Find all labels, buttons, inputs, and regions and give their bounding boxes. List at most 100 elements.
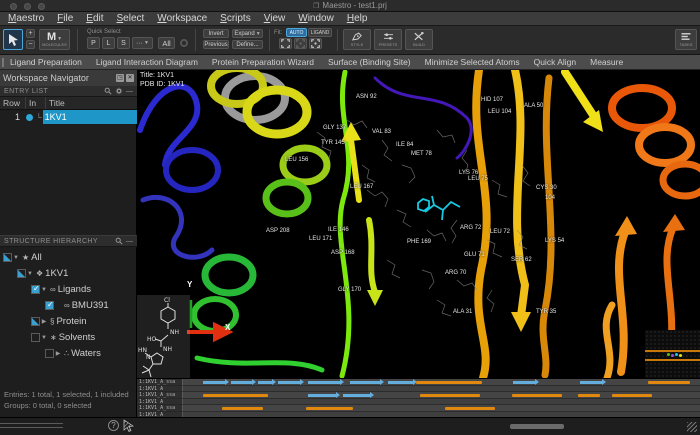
workspace-3d-viewport[interactable]: Title: 1KV1 PDB ID: 1KV1 ASN 92HID 107LE…: [137, 70, 700, 378]
ligand-icon: ∞: [50, 285, 56, 294]
expander-closed-icon[interactable]: ▶: [40, 318, 48, 325]
tree-label: 1KV1: [45, 268, 68, 279]
visibility-checkbox-partial[interactable]: [31, 317, 40, 326]
menu-edit[interactable]: Edit: [86, 13, 103, 24]
menu-bar: Maestro File Edit Select Workspace Scrip…: [0, 12, 700, 26]
presets-button[interactable]: PRESETS: [374, 29, 402, 50]
fit-selection-icon: [296, 39, 305, 48]
help-button[interactable]: ?: [108, 420, 119, 431]
zoom-in-button[interactable]: +: [26, 29, 35, 38]
near-clip-plane[interactable]: [645, 350, 700, 352]
define-selection-button[interactable]: Define...: [232, 40, 263, 49]
collapse-section-icon[interactable]: —: [126, 238, 133, 245]
tree-row-ligands[interactable]: ▼ ∞ Ligands: [0, 282, 137, 297]
expander-open-icon[interactable]: ▼: [40, 335, 48, 341]
expander-open-icon[interactable]: ▼: [12, 255, 20, 261]
quick-select-p-button[interactable]: P: [87, 37, 100, 49]
panel-splitter-handle[interactable]: [0, 423, 63, 428]
visibility-checkbox-unchecked[interactable]: [45, 349, 54, 358]
menu-help[interactable]: Help: [347, 13, 368, 24]
tree-row-bmu391[interactable]: ∞ BMU391: [0, 298, 137, 313]
gear-icon[interactable]: [115, 87, 123, 95]
star-icon: ★: [22, 253, 29, 262]
build-button[interactable]: BUILD: [405, 29, 433, 50]
quick-select-more-button[interactable]: ···▼: [132, 37, 153, 49]
entry-title-selected[interactable]: 1KV1: [43, 110, 137, 124]
residue-label: LEU 104: [488, 109, 511, 115]
residue-label: ILE 146: [328, 227, 349, 233]
presets-sliders-icon: [383, 32, 394, 41]
menu-maestro[interactable]: Maestro: [8, 13, 44, 24]
menu-window[interactable]: Window: [298, 13, 334, 24]
quick-select-l-button[interactable]: L: [102, 37, 115, 49]
tree-row-1kv1[interactable]: ▼ ❖ 1KV1: [0, 266, 137, 281]
fit-auto-toggle[interactable]: AUTO: [286, 28, 307, 37]
fit-all-button[interactable]: [279, 38, 292, 49]
zoom-out-button[interactable]: −: [26, 40, 35, 49]
sequence-viewer[interactable]: 1:1KV1_A_ssa 1:1KV1_A ERPTFYRQELNKTIWEVP…: [137, 378, 700, 417]
window-resize-grip[interactable]: [687, 422, 697, 432]
helix-bar: [306, 407, 353, 411]
menu-file[interactable]: File: [57, 13, 73, 24]
quick-select-s-button[interactable]: S: [117, 37, 130, 49]
fav-measure[interactable]: Measure: [590, 57, 623, 67]
tree-row-protein[interactable]: ▶ § Protein: [0, 314, 137, 329]
beta-strand-arrow: [350, 381, 380, 384]
select-all-button[interactable]: All: [158, 37, 175, 49]
visibility-checkbox-partial[interactable]: [3, 253, 12, 262]
column-in[interactable]: In: [26, 97, 46, 109]
fit-selection-button[interactable]: [294, 38, 307, 49]
search-icon[interactable]: [104, 87, 112, 95]
column-row[interactable]: Row: [0, 97, 26, 109]
float-panel-icon[interactable]: ◳: [116, 74, 124, 82]
style-pen-icon: [352, 32, 362, 41]
beta-strand-arrow: [258, 381, 272, 384]
fav-quick-align[interactable]: Quick Align: [534, 57, 577, 67]
horizontal-scrollbar-thumb[interactable]: [510, 424, 564, 429]
style-button[interactable]: STYLE: [343, 29, 371, 50]
visibility-checkbox-checked[interactable]: [31, 285, 40, 294]
tree-row-waters[interactable]: ▶ ∴ Waters: [0, 346, 137, 361]
tasks-button[interactable]: TASKS: [675, 29, 697, 50]
visibility-checkbox-partial[interactable]: [17, 269, 26, 278]
collapse-section-icon[interactable]: —: [126, 88, 133, 95]
entry-row-1kv1[interactable]: 1 └ 1KV1: [0, 110, 137, 124]
tree-row-all[interactable]: ▼ ★ All: [0, 250, 137, 265]
menu-view[interactable]: View: [264, 13, 286, 24]
expander-closed-icon[interactable]: ▶: [54, 350, 62, 357]
fit-ligand-icon: [311, 39, 320, 48]
residue-label: GLY 137: [323, 125, 346, 131]
far-clip-plane[interactable]: [645, 359, 700, 361]
tree-row-solvents[interactable]: ▼ ∗ Solvents: [0, 330, 137, 345]
expander-open-icon[interactable]: ▼: [40, 287, 48, 293]
fit-ligand-toggle[interactable]: LIGAND: [308, 28, 332, 37]
fav-ligand-preparation[interactable]: Ligand Preparation: [10, 57, 82, 67]
menu-select[interactable]: Select: [117, 13, 145, 24]
expander-open-icon[interactable]: ▼: [26, 271, 34, 277]
visibility-checkbox-checked[interactable]: [45, 301, 54, 310]
molecules-select-button[interactable]: M▼ MOLECULES: [39, 29, 70, 50]
included-dot-icon[interactable]: [26, 114, 33, 121]
helix-bar: [612, 394, 652, 398]
clipping-planes-widget[interactable]: [645, 330, 700, 378]
fav-minimize-selected-atoms[interactable]: Minimize Selected Atoms: [425, 57, 520, 67]
toolbar-separator: [337, 29, 338, 51]
search-icon[interactable]: [115, 237, 123, 245]
tasks-menu-icon: [680, 32, 692, 41]
expand-selection-button[interactable]: Expand▼: [232, 29, 263, 38]
menu-workspace[interactable]: Workspace: [157, 13, 207, 24]
fav-ligand-interaction-diagram[interactable]: Ligand Interaction Diagram: [96, 57, 198, 67]
fav-surface-binding-site[interactable]: Surface (Binding Site): [328, 57, 411, 67]
previous-selection-button[interactable]: Previous: [203, 40, 229, 49]
fit-ligand-button[interactable]: [309, 38, 322, 49]
menu-scripts[interactable]: Scripts: [220, 13, 251, 24]
entry-icon: ❖: [36, 269, 43, 278]
close-panel-icon[interactable]: ✕: [126, 74, 134, 82]
toolbar-grip[interactable]: [2, 58, 4, 67]
invert-selection-button[interactable]: Invert: [203, 29, 229, 38]
fav-protein-preparation-wizard[interactable]: Protein Preparation Wizard: [212, 57, 314, 67]
helix-bar: [420, 394, 480, 398]
selection-arrow-button[interactable]: [3, 29, 23, 50]
visibility-checkbox-unchecked[interactable]: [31, 333, 40, 342]
column-title[interactable]: Title: [46, 97, 137, 109]
